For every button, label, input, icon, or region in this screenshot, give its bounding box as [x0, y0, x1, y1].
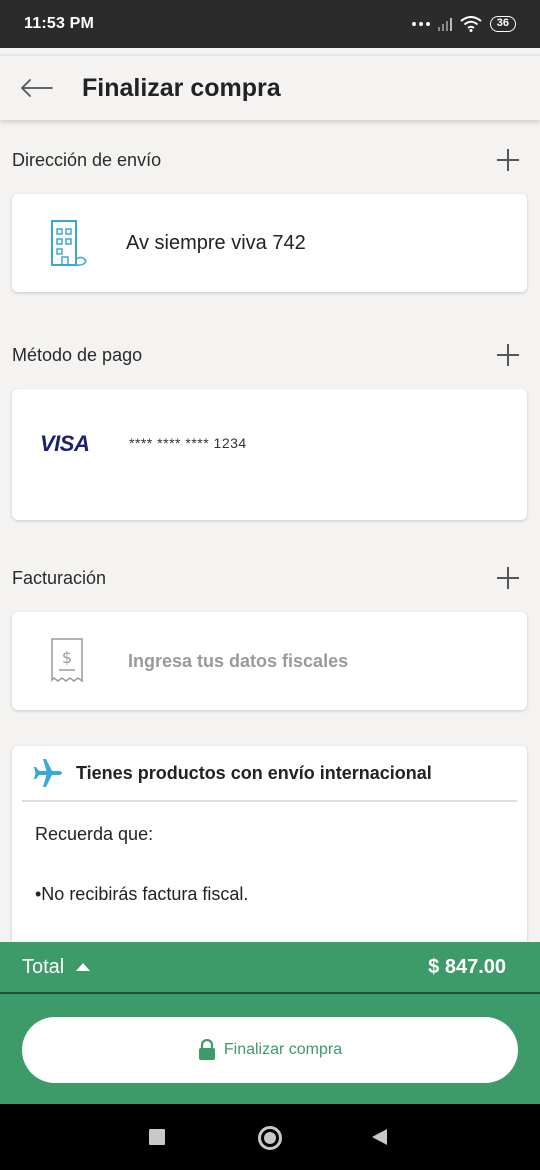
shipping-address: Av siempre viva 742	[126, 231, 306, 254]
system-nav-bar	[0, 1104, 540, 1170]
back-button[interactable]	[0, 55, 72, 121]
total-amount: $ 847.00	[428, 955, 506, 978]
receipt-icon: $	[51, 638, 83, 683]
wifi-icon	[460, 16, 482, 32]
airplane-icon	[34, 759, 62, 787]
international-notice-header: Tienes productos con envío internacional	[22, 746, 517, 802]
home-icon[interactable]	[258, 1126, 282, 1150]
add-payment-button[interactable]	[488, 335, 528, 375]
international-notice-card: Tienes productos con envío internacional…	[12, 746, 527, 946]
checkout-action-area: Finalizar compra	[0, 994, 540, 1104]
international-notice-line2: •No recibirás factura fiscal.	[35, 884, 249, 904]
app-bar: Finalizar compra	[0, 54, 540, 120]
international-notice-line1: Recuerda que:	[35, 824, 154, 844]
plus-icon	[497, 567, 519, 589]
billing-section-header: Facturación	[0, 558, 540, 598]
plus-icon	[497, 344, 519, 366]
finalize-purchase-label: Finalizar compra	[223, 1041, 343, 1058]
billing-card[interactable]: $ Ingresa tus datos fiscales	[12, 612, 527, 710]
payment-card[interactable]: VISA **** **** **** 1234	[12, 389, 527, 520]
page-title: Finalizar compra	[82, 73, 281, 102]
total-bar[interactable]: Total $ 847.00	[0, 942, 540, 994]
finalize-purchase-button[interactable]: Finalizar compra	[22, 1017, 518, 1083]
total-label: Total	[22, 955, 65, 978]
back-arrow-icon	[21, 79, 53, 97]
payment-label: Método de pago	[12, 344, 143, 365]
add-address-button[interactable]	[488, 140, 528, 180]
plus-icon	[497, 149, 519, 171]
status-icons: 36	[411, 16, 516, 32]
add-billing-button[interactable]	[488, 558, 528, 598]
battery-indicator: 36	[489, 16, 516, 32]
card-number: **** **** **** 1234	[129, 435, 247, 451]
caret-up-icon[interactable]	[76, 963, 91, 971]
more-dots-icon	[411, 22, 430, 26]
shipping-label: Dirección de envío	[12, 149, 162, 170]
visa-logo: VISA	[40, 431, 90, 456]
status-bar: 11:53 PM 36	[0, 0, 540, 48]
nav-back-icon[interactable]	[372, 1129, 387, 1145]
billing-placeholder: Ingresa tus datos fiscales	[128, 650, 349, 671]
building-icon	[51, 220, 87, 266]
signal-icon	[437, 17, 452, 31]
status-time: 11:53 PM	[24, 15, 95, 32]
lock-icon	[198, 1039, 215, 1060]
billing-label: Facturación	[12, 567, 107, 588]
recents-icon[interactable]	[149, 1129, 165, 1145]
svg-text:$: $	[62, 648, 72, 667]
address-card[interactable]: Av siempre viva 742	[12, 194, 527, 292]
shipping-section-header: Dirección de envío	[0, 140, 540, 180]
payment-section-header: Método de pago	[0, 335, 540, 375]
international-notice-title: Tienes productos con envío internacional	[76, 762, 432, 783]
